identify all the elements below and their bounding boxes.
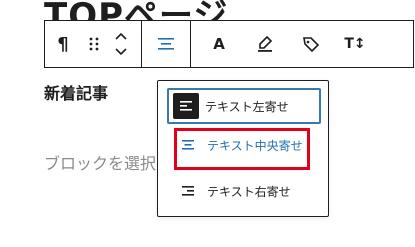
paragraph-icon[interactable]: ¶ <box>45 21 81 67</box>
align-right-option[interactable]: テキスト右寄せ <box>167 173 321 209</box>
align-right-icon <box>175 178 201 204</box>
drag-dots <box>89 37 99 51</box>
align-button[interactable] <box>142 21 190 67</box>
text-size-button[interactable]: T↕ <box>337 21 373 67</box>
align-left-icon <box>173 93 199 119</box>
block-toolbar: ¶ A T↕ <box>44 20 414 68</box>
paragraph-icon-glyph: ¶ <box>57 33 69 55</box>
text-color-label: A <box>213 35 225 53</box>
text-color-button[interactable]: A <box>201 21 237 67</box>
tag-button[interactable] <box>293 21 329 67</box>
align-right-label: テキスト右寄せ <box>207 184 291 199</box>
highlighter-icon <box>258 35 273 52</box>
highlight-button[interactable] <box>247 21 283 67</box>
align-left-label: テキスト左寄せ <box>205 99 289 114</box>
move-up-icon[interactable] <box>114 31 128 41</box>
move-down-icon[interactable] <box>114 47 128 57</box>
highlight-annotation <box>174 128 310 170</box>
text-size-label: T↕ <box>344 36 366 52</box>
block-movers <box>107 21 135 67</box>
block-type-group: ¶ <box>45 21 135 67</box>
tag-icon <box>303 37 320 53</box>
align-left-option[interactable]: テキスト左寄せ <box>167 88 321 124</box>
drag-handle-icon[interactable] <box>81 21 107 67</box>
section-heading: 新着記事 <box>44 84 109 103</box>
format-group: A T↕ <box>191 21 373 67</box>
align-center-icon <box>158 38 174 50</box>
